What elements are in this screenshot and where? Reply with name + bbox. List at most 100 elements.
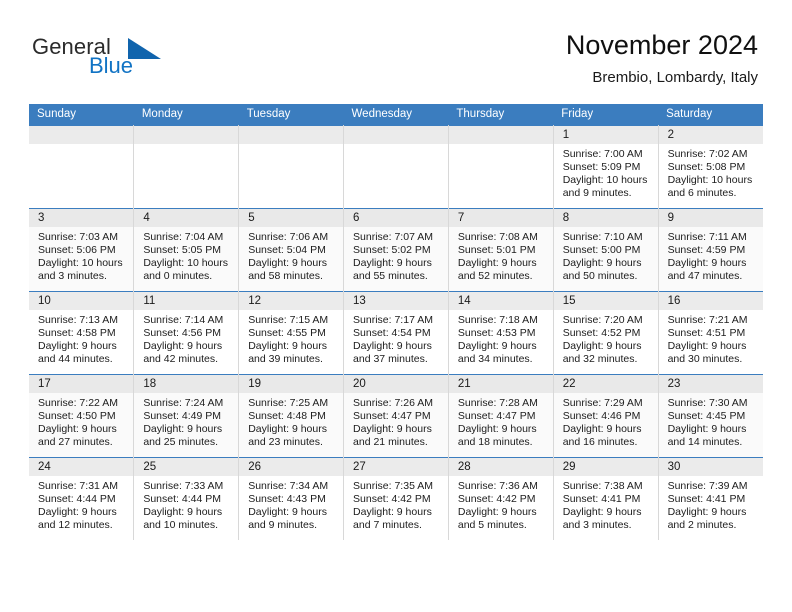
sunset-time: Sunset: 5:05 PM [143,244,221,257]
day-number [29,126,134,144]
daylight-duration-line2: and 16 minutes. [562,436,638,449]
calendar-day-cell[interactable]: 1 Sunrise: 7:00 AM Sunset: 5:09 PM Daylight… [553,125,659,209]
day-number: 15 [553,292,658,310]
day-detail: Sunrise: 7:17 AM Sunset: 4:54 PM Daylight:… [344,310,448,366]
daylight-duration-line1: Daylight: 9 hours [353,257,432,270]
sunset-time: Sunset: 4:43 PM [248,493,326,506]
calendar-day-cell[interactable]: 4 Sunrise: 7:04 AM Sunset: 5:05 PM Daylight… [133,208,240,292]
day-number: 22 [553,375,658,393]
calendar-day-cell[interactable]: 13 Sunrise: 7:17 AM Sunset: 4:54 PM Dayligh… [343,291,449,375]
day-detail: Sunrise: 7:21 AM Sunset: 4:51 PM Daylight:… [659,310,763,366]
day-number: 21 [448,375,553,393]
calendar-day-cell[interactable]: 29 Sunrise: 7:38 AM Sunset: 4:41 PM Dayligh… [553,457,659,540]
sunrise-time: Sunrise: 7:28 AM [457,397,538,409]
daylight-duration-line1: Daylight: 9 hours [38,506,117,519]
day-detail: Sunrise: 7:20 AM Sunset: 4:52 PM Daylight:… [554,310,658,366]
day-number [239,126,344,144]
daylight-duration-line1: Daylight: 9 hours [353,506,432,519]
day-detail: Sunrise: 7:25 AM Sunset: 4:48 PM Daylight:… [239,393,343,449]
calendar-day-cell[interactable]: 22 Sunrise: 7:29 AM Sunset: 4:46 PM Dayligh… [553,374,659,458]
calendar-day-cell[interactable]: 11 Sunrise: 7:14 AM Sunset: 4:56 PM Dayligh… [133,291,240,375]
calendar-day-cell[interactable]: 27 Sunrise: 7:35 AM Sunset: 4:42 PM Dayligh… [343,457,449,540]
calendar-day-cell[interactable]: 16 Sunrise: 7:21 AM Sunset: 4:51 PM Dayligh… [658,291,763,375]
day-number: 8 [553,209,658,227]
calendar-day-cell[interactable]: 17 Sunrise: 7:22 AM Sunset: 4:50 PM Dayligh… [29,374,135,458]
calendar-day-cell[interactable]: 26 Sunrise: 7:34 AM Sunset: 4:43 PM Dayligh… [238,457,345,540]
sunrise-time: Sunrise: 7:17 AM [353,314,433,326]
calendar-day-cell[interactable]: 3 Sunrise: 7:03 AM Sunset: 5:06 PM Daylight… [29,208,135,292]
calendar-day-cell[interactable]: 2 Sunrise: 7:02 AM Sunset: 5:08 PM Daylight… [658,125,763,209]
day-number: 26 [239,458,344,476]
daylight-duration-line1: Daylight: 9 hours [38,423,117,436]
daylight-duration-line2: and 52 minutes. [457,270,533,283]
day-detail: Sunrise: 7:07 AM Sunset: 5:02 PM Daylight:… [344,227,448,283]
daylight-duration-line1: Daylight: 9 hours [667,506,747,519]
calendar-day-cell[interactable]: 5 Sunrise: 7:06 AM Sunset: 5:04 PM Daylight… [238,208,345,292]
calendar-day-cell[interactable]: 10 Sunrise: 7:13 AM Sunset: 4:58 PM Dayligh… [29,291,135,375]
day-number: 29 [553,458,658,476]
sunset-time: Sunset: 4:51 PM [667,327,746,340]
weekday-header-wednesday: Wednesday [343,104,449,126]
sunrise-time: Sunrise: 7:06 AM [248,231,329,243]
daylight-duration-line2: and 42 minutes. [143,353,219,366]
calendar-day-cell[interactable]: 19 Sunrise: 7:25 AM Sunset: 4:48 PM Dayligh… [238,374,345,458]
day-number: 27 [344,458,448,476]
calendar-day-cell[interactable]: 7 Sunrise: 7:08 AM Sunset: 5:01 PM Daylight… [448,208,554,292]
daylight-duration-line1: Daylight: 10 hours [143,257,228,270]
calendar-day-cell[interactable]: 12 Sunrise: 7:15 AM Sunset: 4:55 PM Dayligh… [238,291,345,375]
sunset-time: Sunset: 4:50 PM [38,410,116,423]
day-cell-inner: 20 Sunrise: 7:26 AM Sunset: 4:47 PM Dayligh… [344,375,448,457]
calendar-day-cell[interactable]: 24 Sunrise: 7:31 AM Sunset: 4:44 PM Dayligh… [29,457,135,540]
calendar-day-cell[interactable]: 20 Sunrise: 7:26 AM Sunset: 4:47 PM Dayligh… [343,374,449,458]
sunset-time: Sunset: 4:41 PM [562,493,641,506]
brand-logo[interactable]: General Blue [32,36,272,84]
sunrise-time: Sunrise: 7:24 AM [143,397,224,409]
sunset-time: Sunset: 4:58 PM [38,327,116,340]
calendar-day-cell[interactable]: 8 Sunrise: 7:10 AM Sunset: 5:00 PM Daylight… [553,208,659,292]
calendar-day-cell[interactable]: 14 Sunrise: 7:18 AM Sunset: 4:53 PM Dayligh… [448,291,554,375]
sunrise-time: Sunrise: 7:04 AM [143,231,224,243]
calendar-day-cell[interactable]: 30 Sunrise: 7:39 AM Sunset: 4:41 PM Dayligh… [658,457,763,540]
calendar-day-cell[interactable]: 9 Sunrise: 7:11 AM Sunset: 4:59 PM Daylight… [658,208,763,292]
day-number: 16 [658,292,763,310]
calendar-day-cell[interactable]: 28 Sunrise: 7:36 AM Sunset: 4:42 PM Dayligh… [448,457,554,540]
day-cell-inner [239,126,344,208]
daylight-duration-line1: Daylight: 9 hours [248,257,327,270]
page-header: General Blue November 2024 Brembio, Lomb… [0,0,792,100]
daylight-duration-line1: Daylight: 9 hours [667,257,747,270]
day-detail: Sunrise: 7:38 AM Sunset: 4:41 PM Daylight:… [554,476,658,532]
daylight-duration-line1: Daylight: 9 hours [143,506,223,519]
sunrise-time: Sunrise: 7:26 AM [353,397,433,409]
day-number: 24 [29,458,134,476]
calendar-day-cell[interactable]: 23 Sunrise: 7:30 AM Sunset: 4:45 PM Dayligh… [658,374,763,458]
day-number: 3 [29,209,134,227]
calendar-day-cell[interactable]: 6 Sunrise: 7:07 AM Sunset: 5:02 PM Daylight… [343,208,449,292]
sunrise-time: Sunrise: 7:31 AM [38,480,118,492]
calendar-day-cell[interactable]: 15 Sunrise: 7:20 AM Sunset: 4:52 PM Dayligh… [553,291,659,375]
calendar-day-cell[interactable]: 25 Sunrise: 7:33 AM Sunset: 4:44 PM Dayligh… [133,457,240,540]
calendar-day-cell[interactable]: 21 Sunrise: 7:28 AM Sunset: 4:47 PM Dayligh… [448,374,554,458]
daylight-duration-line1: Daylight: 9 hours [353,423,432,436]
calendar-day-cell[interactable]: 18 Sunrise: 7:24 AM Sunset: 4:49 PM Dayligh… [133,374,240,458]
sunrise-time: Sunrise: 7:08 AM [457,231,538,243]
day-number: 25 [134,458,239,476]
day-cell-inner: 7 Sunrise: 7:08 AM Sunset: 5:01 PM Daylight… [448,209,553,291]
day-cell-inner: 16 Sunrise: 7:21 AM Sunset: 4:51 PM Dayligh… [658,292,763,374]
daylight-duration-line2: and 25 minutes. [143,436,219,449]
weekday-header-thursday: Thursday [448,104,554,126]
sunset-time: Sunset: 5:04 PM [248,244,326,257]
sunset-time: Sunset: 4:52 PM [562,327,641,340]
day-cell-inner: 15 Sunrise: 7:20 AM Sunset: 4:52 PM Dayligh… [553,292,658,374]
daylight-duration-line1: Daylight: 9 hours [457,340,537,353]
day-number: 6 [344,209,448,227]
day-detail: Sunrise: 7:02 AM Sunset: 5:08 PM Daylight:… [659,144,763,200]
weekday-header-row: Sunday Monday Tuesday Wednesday Thursday… [29,104,763,126]
calendar-day-cell-empty [448,125,554,209]
day-number: 2 [658,126,763,144]
sunset-time: Sunset: 5:00 PM [562,244,641,257]
daylight-duration-line2: and 32 minutes. [562,353,638,366]
daylight-duration-line2: and 34 minutes. [457,353,533,366]
day-cell-inner: 18 Sunrise: 7:24 AM Sunset: 4:49 PM Dayligh… [134,375,239,457]
day-cell-inner: 27 Sunrise: 7:35 AM Sunset: 4:42 PM Dayligh… [344,458,448,540]
day-cell-inner: 21 Sunrise: 7:28 AM Sunset: 4:47 PM Dayligh… [448,375,553,457]
